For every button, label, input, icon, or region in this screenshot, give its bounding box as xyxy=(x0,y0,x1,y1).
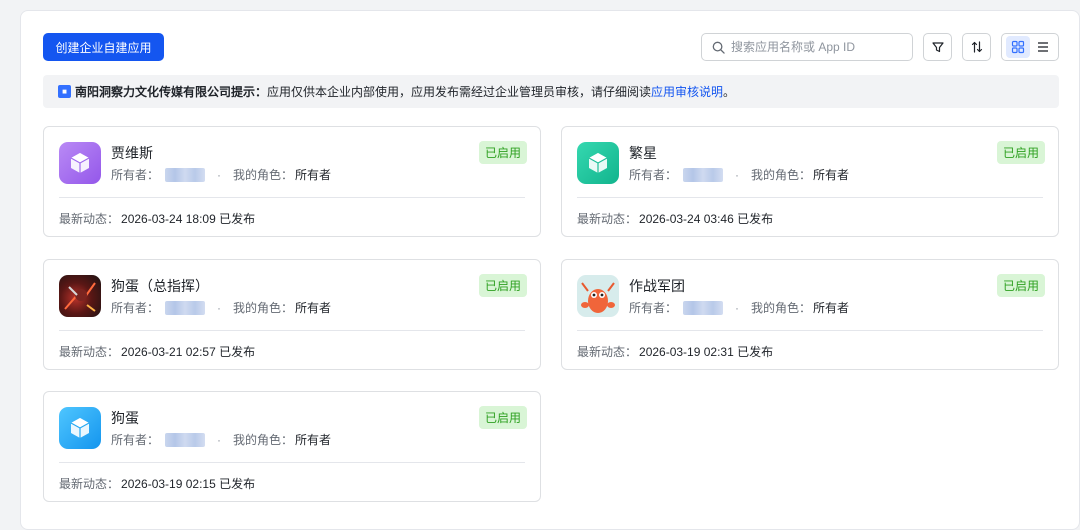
app-card[interactable]: 贾维斯 所有者： · 我的角色： 所有者 已启用 最新动态： 2026-03-24… xyxy=(43,126,541,237)
role-label: 我的角色： xyxy=(751,301,812,315)
latest-activity: 最新动态： 2026-03-24 18:09 已发布 xyxy=(59,210,255,227)
latest-label: 最新动态： xyxy=(577,345,638,359)
grid-view-button[interactable] xyxy=(1005,36,1030,58)
role-value: 所有者 xyxy=(295,301,332,315)
app-card[interactable]: 作战军团 所有者： · 我的角色： 所有者 已启用 最新动态： 2026-03-1… xyxy=(561,259,1059,370)
owner-label: 所有者： xyxy=(111,301,160,315)
status-badge: 已启用 xyxy=(478,406,527,429)
app-name: 繁星 xyxy=(629,145,657,161)
review-notice: ■ 南阳洞察力文化传媒有限公司提示： 应用仅供本企业内部使用，应用发布需经过企业… xyxy=(43,75,1059,108)
review-guide-link[interactable]: 应用审核说明 xyxy=(651,83,723,100)
divider xyxy=(59,197,525,198)
role-value: 所有者 xyxy=(813,301,850,315)
owner-label: 所有者： xyxy=(111,168,160,182)
filter-icon xyxy=(931,42,944,53)
owner-avatar-blurred xyxy=(165,432,206,447)
company-icon: ■ xyxy=(58,85,71,98)
latest-activity: 最新动态： 2026-03-21 02:57 已发布 xyxy=(59,343,255,360)
status-badge: 已启用 xyxy=(996,141,1045,164)
sort-button[interactable] xyxy=(962,33,991,61)
owner-avatar-blurred xyxy=(683,300,724,315)
owner-avatar-blurred xyxy=(165,167,206,182)
search-input[interactable] xyxy=(731,40,901,54)
cube-icon xyxy=(59,142,101,184)
latest-activity: 最新动态： 2026-03-24 03:46 已发布 xyxy=(577,210,773,227)
separator-dot: · xyxy=(735,167,740,182)
latest-activity: 最新动态： 2026-03-19 02:15 已发布 xyxy=(59,475,255,492)
app-meta: 所有者： · 我的角色： 所有者 xyxy=(111,299,331,316)
latest-label: 最新动态： xyxy=(59,345,120,359)
role-value: 所有者 xyxy=(295,433,332,447)
divider xyxy=(577,330,1043,331)
latest-value: 2026-03-21 02:57 已发布 xyxy=(121,345,256,359)
separator-dot: · xyxy=(217,167,222,182)
role-value: 所有者 xyxy=(813,168,850,182)
app-card[interactable]: 繁星 所有者： · 我的角色： 所有者 已启用 最新动态： 2026-03-24 … xyxy=(561,126,1059,237)
app-card[interactable]: 狗蛋（总指挥） 所有者： · 我的角色： 所有者 已启用 最新动态： 2026-0… xyxy=(43,259,541,370)
app-name: 贾维斯 xyxy=(111,145,153,161)
cube-icon xyxy=(577,142,619,184)
app-meta: 所有者： · 我的角色： 所有者 xyxy=(629,299,849,316)
separator-dot: · xyxy=(735,300,740,315)
latest-value: 2026-03-19 02:31 已发布 xyxy=(639,345,774,359)
divider xyxy=(59,330,525,331)
latest-label: 最新动态： xyxy=(59,477,120,491)
sort-icon xyxy=(971,41,982,53)
app-name: 作战军团 xyxy=(629,278,685,294)
divider xyxy=(59,462,525,463)
notice-tail: 。 xyxy=(723,85,736,99)
role-label: 我的角色： xyxy=(233,301,294,315)
notice-company: 南阳洞察力文化传媒有限公司提示： xyxy=(75,85,268,99)
cube-icon xyxy=(59,407,101,449)
status-badge: 已启用 xyxy=(478,274,527,297)
search-box[interactable] xyxy=(701,33,913,61)
role-label: 我的角色： xyxy=(751,168,812,182)
owner-label: 所有者： xyxy=(111,433,160,447)
custom-avatar-icon xyxy=(59,275,101,317)
owner-avatar-blurred xyxy=(165,300,206,315)
app-meta: 所有者： · 我的角色： 所有者 xyxy=(111,166,331,183)
role-label: 我的角色： xyxy=(233,433,294,447)
app-card[interactable]: 狗蛋 所有者： · 我的角色： 所有者 已启用 最新动态： 2026-03-19 … xyxy=(43,391,541,502)
status-badge: 已启用 xyxy=(996,274,1045,297)
filter-button[interactable] xyxy=(923,33,952,61)
latest-label: 最新动态： xyxy=(59,212,120,226)
list-view-button[interactable] xyxy=(1031,36,1055,58)
owner-label: 所有者： xyxy=(629,168,678,182)
latest-value: 2026-03-19 02:15 已发布 xyxy=(121,477,256,491)
app-list-panel: 创建企业自建应用 搜索应用名称或 App ID ■ 南阳洞察力文化传媒有限公司提… xyxy=(20,10,1080,530)
grid-icon xyxy=(1011,40,1024,54)
app-meta: 所有者： · 我的角色： 所有者 xyxy=(111,431,331,448)
latest-value: 2026-03-24 18:09 已发布 xyxy=(121,212,256,226)
lobster-avatar-icon xyxy=(577,275,619,317)
view-toggle xyxy=(1001,33,1059,61)
latest-label: 最新动态： xyxy=(577,212,638,226)
notice-text: 应用仅供本企业内部使用，应用发布需经过企业管理员审核，请仔细阅读 xyxy=(267,85,652,99)
list-icon xyxy=(1037,42,1048,52)
role-value: 所有者 xyxy=(295,168,332,182)
separator-dot: · xyxy=(217,432,222,447)
app-name: 狗蛋 xyxy=(111,410,139,426)
search-icon xyxy=(712,41,725,54)
role-label: 我的角色： xyxy=(233,168,294,182)
create-app-button[interactable]: 创建企业自建应用 xyxy=(43,33,164,61)
latest-activity: 最新动态： 2026-03-19 02:31 已发布 xyxy=(577,343,773,360)
owner-label: 所有者： xyxy=(629,301,678,315)
divider xyxy=(577,197,1043,198)
app-name: 狗蛋（总指挥） xyxy=(111,278,209,294)
status-badge: 已启用 xyxy=(478,141,527,164)
separator-dot: · xyxy=(217,300,222,315)
owner-avatar-blurred xyxy=(683,167,724,182)
latest-value: 2026-03-24 03:46 已发布 xyxy=(639,212,774,226)
app-meta: 所有者： · 我的角色： 所有者 xyxy=(629,166,849,183)
